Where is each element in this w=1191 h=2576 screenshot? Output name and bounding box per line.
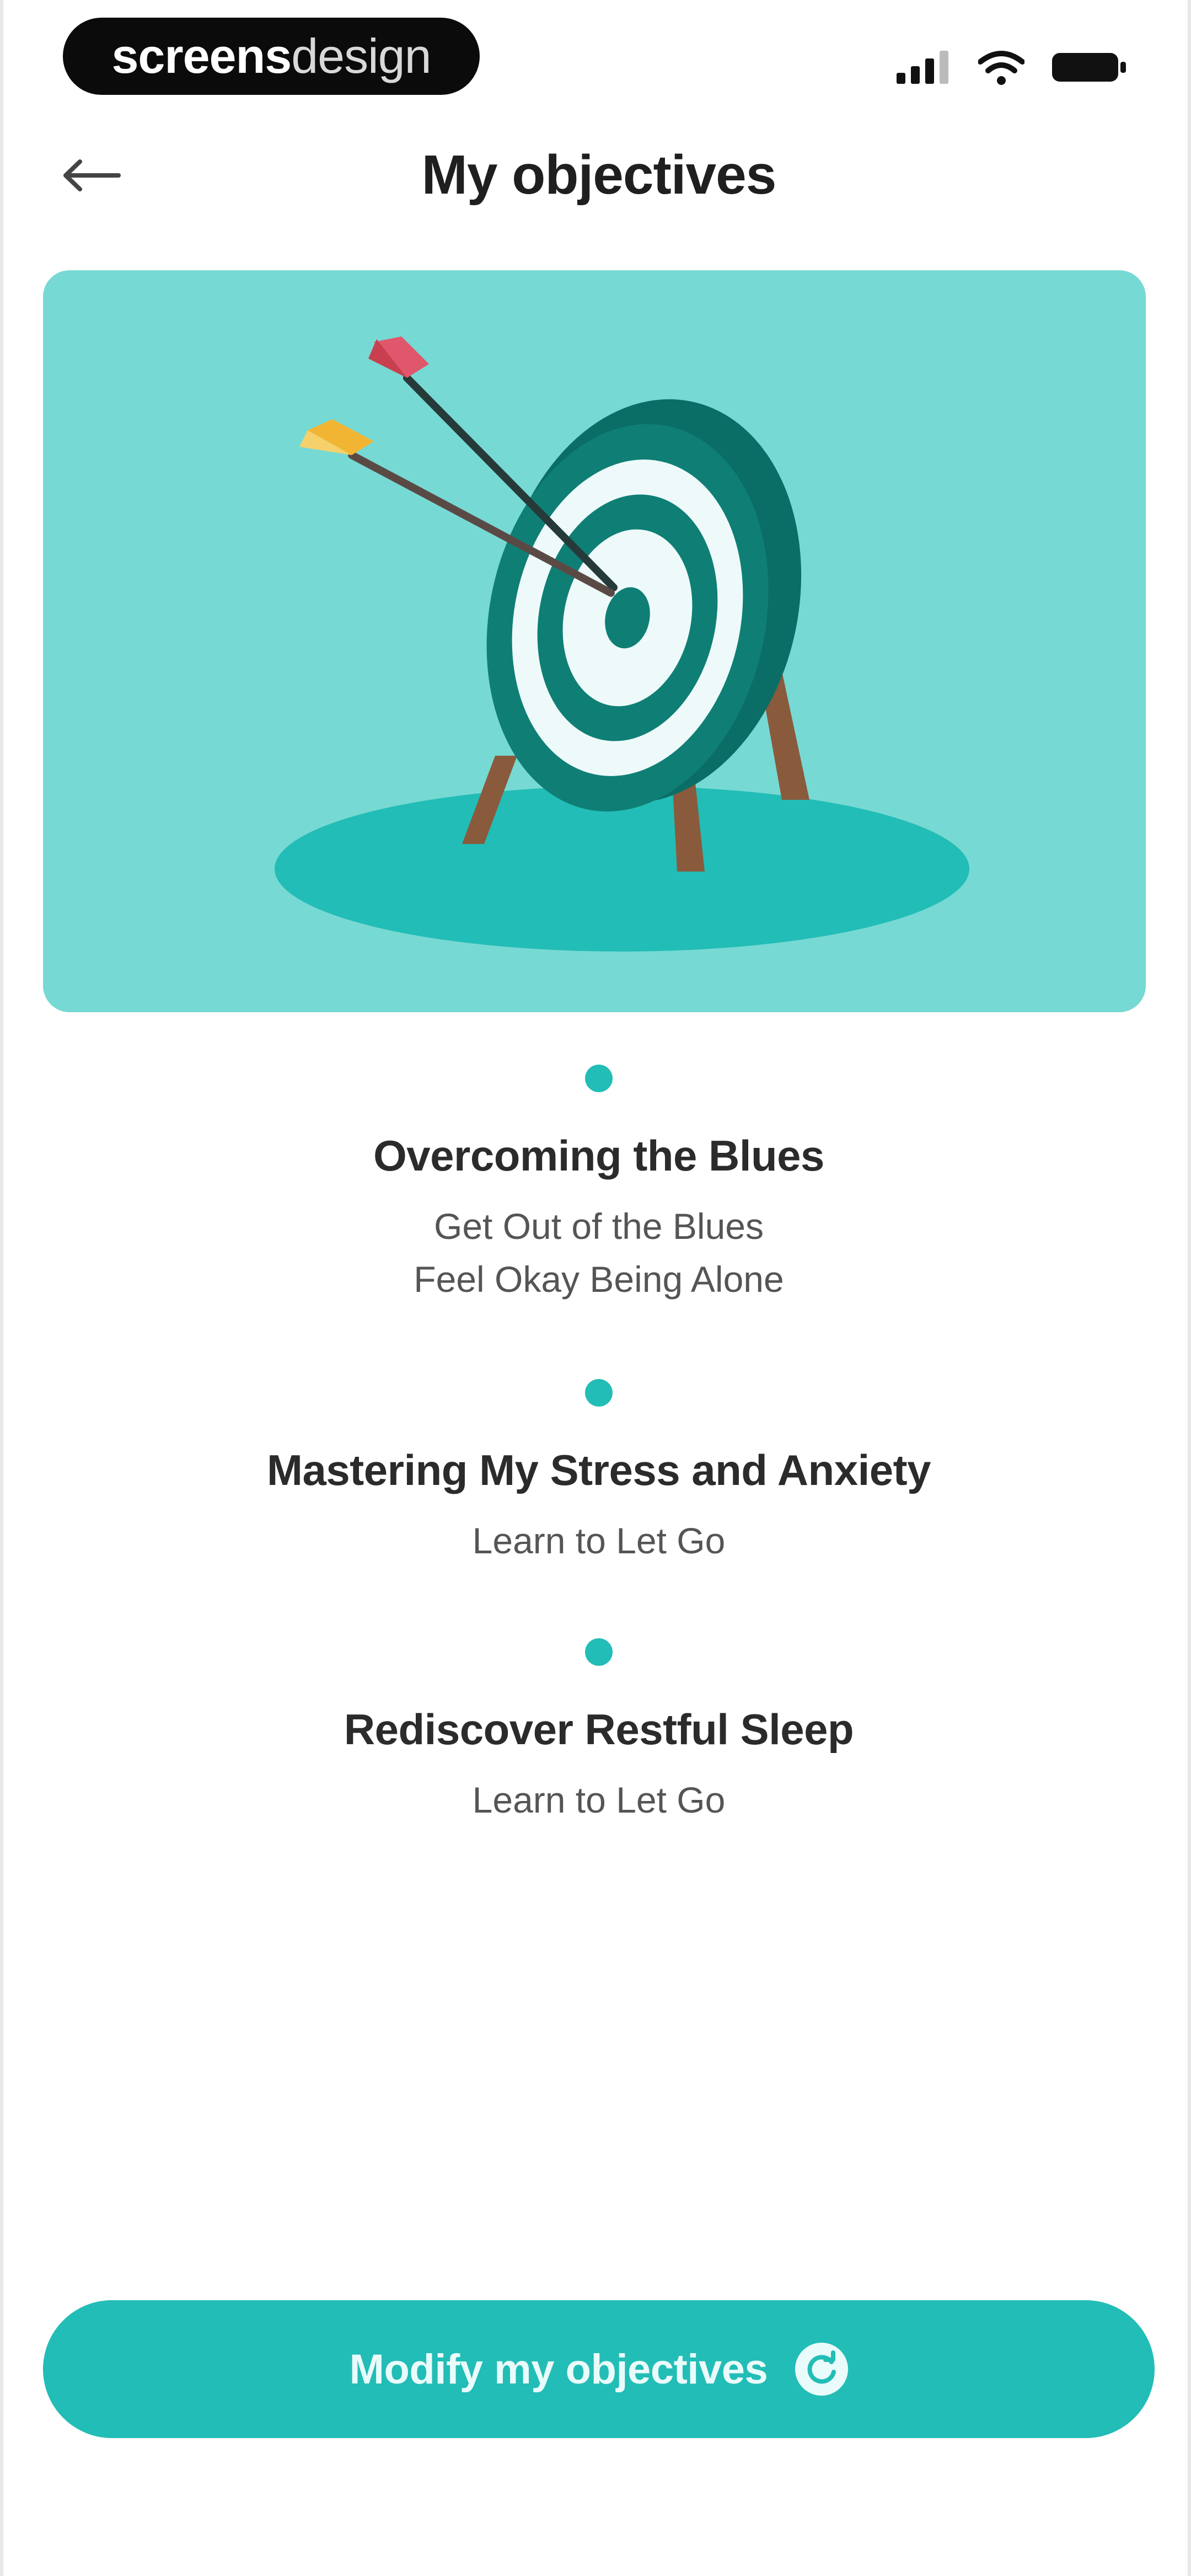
- objective-subitem: Learn to Let Go: [472, 1520, 726, 1561]
- hero-illustration-card: [43, 270, 1146, 1012]
- modify-objectives-label: Modify my objectives: [349, 2345, 768, 2393]
- objective-title: Mastering My Stress and Anxiety: [267, 1446, 931, 1494]
- modify-objectives-button[interactable]: Modify my objectives: [43, 2300, 1155, 2438]
- objective-subitem: Feel Okay Being Alone: [414, 1259, 784, 1300]
- status-bar: screens design: [3, 0, 1191, 121]
- objective-subitem: Learn to Let Go: [472, 1779, 726, 1820]
- signal-icon: [897, 51, 952, 84]
- bullet-dot: [585, 1065, 613, 1092]
- wifi-icon: [978, 50, 1024, 85]
- brand-watermark: screens design: [63, 18, 480, 95]
- target-with-arrows-illustration: [275, 336, 969, 952]
- app-screen: screens design My objectives Overcoming …: [0, 0, 1191, 2576]
- objective-title: Rediscover Restful Sleep: [344, 1705, 854, 1754]
- brand-strong: screens: [111, 29, 292, 83]
- ground-ellipse: [275, 786, 969, 952]
- objective-title: Overcoming the Blues: [373, 1131, 824, 1180]
- objective-subitem: Get Out of the Blues: [434, 1206, 764, 1247]
- page-title: My objectives: [421, 144, 777, 206]
- bullet-dot: [585, 1379, 613, 1407]
- objective-item: Rediscover Restful Sleep Learn to Let Go: [3, 1638, 1191, 1826]
- objective-item: Overcoming the Blues Get Out of the Blue…: [3, 1065, 1191, 1306]
- bullet-dot: [585, 1638, 613, 1666]
- objective-item: Mastering My Stress and Anxiety Learn to…: [3, 1379, 1191, 1567]
- header: My objectives: [3, 127, 1191, 226]
- battery-icon: [1051, 51, 1128, 84]
- brand-light: design: [291, 29, 431, 83]
- refresh-icon: [795, 2343, 849, 2396]
- status-icons: [897, 50, 1128, 85]
